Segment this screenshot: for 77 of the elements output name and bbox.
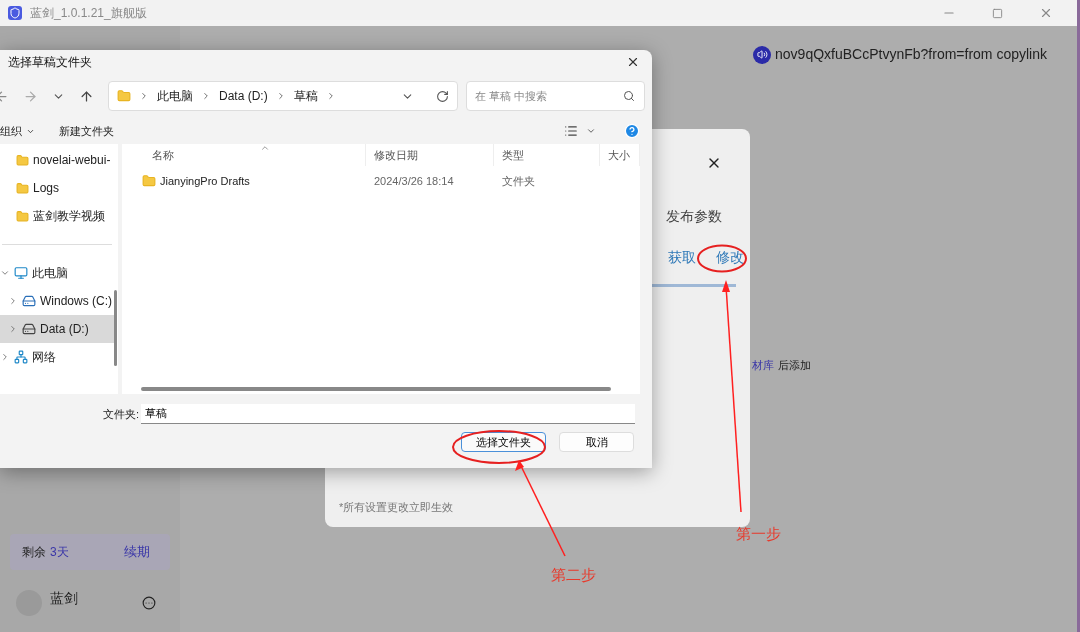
refresh-icon[interactable]	[436, 89, 449, 103]
file-row[interactable]: JianyingPro Drafts 2024/3/26 18:14 文件夹	[122, 166, 640, 196]
folder-icon	[16, 209, 29, 223]
folder-icon	[16, 181, 29, 195]
drive-icon	[22, 322, 36, 336]
cancel-button[interactable]: 取消	[559, 432, 634, 452]
view-icon[interactable]	[564, 124, 578, 138]
file-type: 文件夹	[501, 173, 536, 189]
nav-label: 网络	[32, 349, 56, 366]
hint-text: 后添加	[778, 358, 811, 373]
more-icon[interactable]	[142, 596, 156, 610]
monitor-icon	[14, 266, 28, 280]
breadcrumb[interactable]: Data (D:)	[219, 87, 268, 105]
window-title: 蓝剑_1.0.1.21_旗舰版	[30, 5, 147, 22]
remaining-days: 3天	[50, 543, 69, 561]
column-header[interactable]: 大小	[600, 144, 640, 166]
select-folder-button[interactable]: 选择文件夹	[461, 432, 546, 452]
nav-label: novelai-webui-	[33, 152, 111, 169]
dialog-title: 选择草稿文件夹	[8, 54, 92, 71]
forward-icon[interactable]	[23, 88, 38, 104]
speaker-icon	[753, 45, 772, 64]
nav-label: Windows (C:)	[40, 293, 112, 310]
settings-note: *所有设置更改立即生效	[339, 499, 455, 515]
annotation-label: 第一步	[736, 524, 781, 544]
nav-item[interactable]: Data (D:)	[0, 315, 114, 343]
nav-label: 蓝剑教学视频	[33, 208, 105, 225]
column-header[interactable]: 名称	[122, 144, 366, 166]
column-header[interactable]: 类型	[494, 144, 600, 166]
action-link[interactable]: 修改	[716, 247, 744, 268]
modified-date: 2024/3/26 18:14	[373, 173, 455, 189]
highlight-ellipse	[697, 244, 747, 273]
chevron-right-icon	[139, 91, 149, 101]
drive-icon	[22, 294, 36, 308]
help-icon[interactable]	[624, 123, 640, 139]
nav-item[interactable]: novelai-webui-	[0, 146, 114, 174]
chevron-right-icon[interactable]	[8, 296, 18, 306]
organize-menu[interactable]: 组织	[0, 122, 35, 140]
folder-icon	[142, 174, 156, 188]
user-name: 蓝剑	[50, 589, 78, 608]
folder-icon	[16, 153, 29, 167]
link-text[interactable]: nov9qQxfuBCcPtvynFb?from=from copylink	[775, 44, 1047, 65]
remaining-label: 剩余	[22, 544, 46, 561]
search-icon	[623, 90, 635, 102]
annotation-label: 第二步	[551, 565, 596, 585]
up-icon[interactable]	[79, 88, 94, 104]
address-bar[interactable]: 此电脑 Data (D:) 草稿	[108, 81, 458, 111]
column-header[interactable]: 修改日期	[366, 144, 494, 166]
network-icon	[14, 350, 28, 364]
sort-icon	[260, 143, 270, 153]
nav-label: 此电脑	[32, 265, 68, 282]
nav-label: Data (D:)	[40, 321, 89, 338]
folder-icon	[117, 89, 131, 103]
folder-label: 文件夹:	[103, 406, 141, 422]
nav-item[interactable]: Windows (C:)	[0, 287, 114, 315]
new-folder-button[interactable]: 新建文件夹	[59, 122, 114, 140]
section-heading: 发布参数	[666, 207, 722, 226]
library-link[interactable]: 材库	[752, 357, 774, 374]
chevron-right-icon[interactable]	[8, 324, 18, 334]
search-field[interactable]: 在 草稿 中搜索	[466, 81, 645, 111]
app-logo-icon	[8, 6, 22, 20]
nav-label: Logs	[33, 180, 60, 197]
caret-icon[interactable]	[586, 126, 596, 136]
folder-name-field[interactable]: 草稿	[141, 404, 635, 424]
nav-item[interactable]: 网络	[0, 343, 114, 371]
chevron-right-icon[interactable]	[0, 352, 10, 362]
chevron-down-icon[interactable]	[0, 268, 10, 278]
renew-link[interactable]: 续期	[124, 542, 150, 562]
close-icon[interactable]	[626, 55, 640, 69]
maximize-icon[interactable]	[992, 7, 1003, 19]
nav-item[interactable]: 蓝剑教学视频	[0, 202, 114, 230]
nav-item[interactable]: 此电脑	[0, 259, 114, 287]
action-link[interactable]: 获取	[668, 247, 696, 268]
file-name: JianyingPro Drafts	[160, 173, 250, 189]
breadcrumb[interactable]: 草稿	[293, 87, 318, 105]
chevron-right-icon	[201, 91, 211, 101]
nav-item[interactable]: Logs	[0, 174, 114, 202]
breadcrumb[interactable]: 此电脑	[157, 87, 193, 105]
